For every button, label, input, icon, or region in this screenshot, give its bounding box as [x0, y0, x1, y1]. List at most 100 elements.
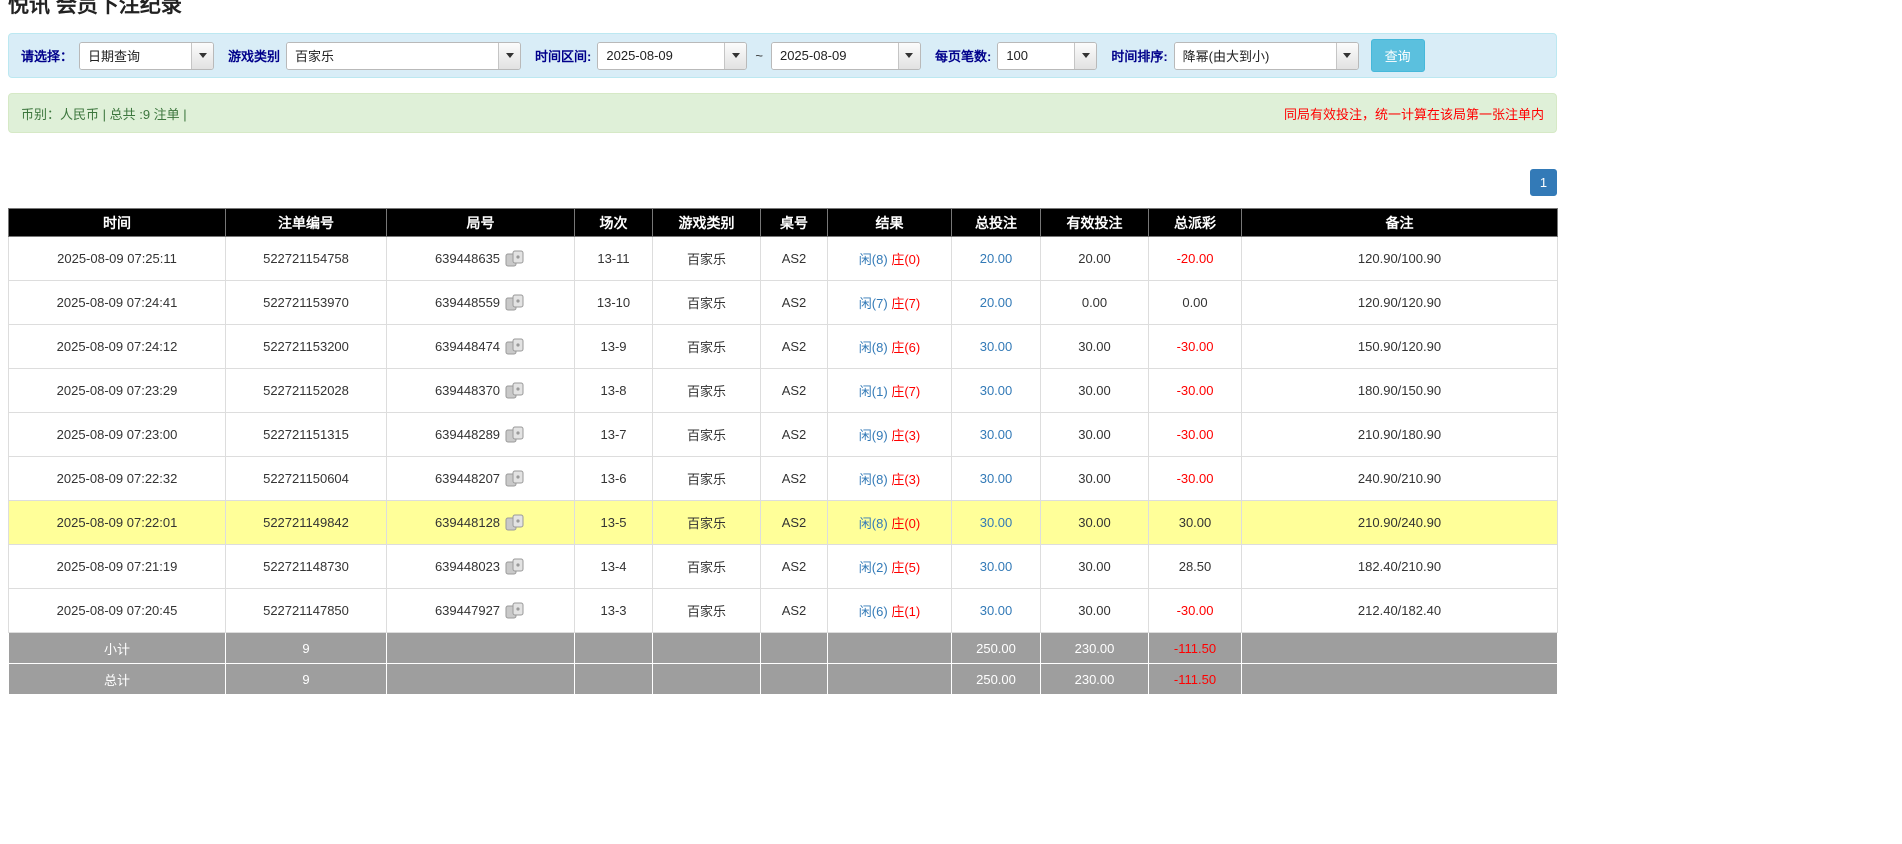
cell-round: 639448370	[387, 369, 575, 413]
table-row: 2025-08-09 07:22:32522721150604639448207…	[9, 457, 1558, 501]
search-button[interactable]: 查询	[1371, 39, 1425, 72]
cell-round: 639448474	[387, 325, 575, 369]
cell-time: 2025-08-09 07:24:41	[9, 281, 226, 325]
result-banker: 庄(5)	[891, 560, 920, 575]
cell-table-number: AS2	[761, 457, 828, 501]
time-sort-select[interactable]	[1174, 42, 1359, 70]
total-bet-link[interactable]: 20.00	[980, 251, 1013, 266]
page-size-input[interactable]	[998, 43, 1074, 69]
query-type-select[interactable]	[79, 42, 214, 70]
game-type-input[interactable]	[287, 43, 498, 69]
page-button-1[interactable]: 1	[1530, 169, 1557, 196]
date-from-select[interactable]	[597, 42, 747, 70]
cell-game-type: 百家乐	[653, 545, 761, 589]
round-id: 639448474	[435, 339, 500, 354]
cell-valid-bet: 30.00	[1041, 589, 1149, 633]
table-row: 2025-08-09 07:24:41522721153970639448559…	[9, 281, 1558, 325]
view-cards-icon[interactable]	[505, 294, 526, 311]
cell-valid-bet: 30.00	[1041, 413, 1149, 457]
cell-round: 639448023	[387, 545, 575, 589]
cell-game-type: 百家乐	[653, 501, 761, 545]
total-bet-link[interactable]: 30.00	[980, 603, 1013, 618]
result-banker: 庄(0)	[891, 252, 920, 267]
view-cards-icon[interactable]	[505, 470, 526, 487]
chevron-down-icon[interactable]	[724, 43, 746, 69]
game-type-select[interactable]	[286, 42, 521, 70]
view-cards-icon[interactable]	[505, 558, 526, 575]
cell-note: 240.90/210.90	[1242, 457, 1558, 501]
view-cards-icon[interactable]	[505, 250, 526, 267]
cell-session: 13-11	[575, 237, 653, 281]
time-sort-input[interactable]	[1175, 43, 1336, 69]
total-bet-link[interactable]: 30.00	[980, 515, 1013, 530]
view-cards-icon[interactable]	[505, 602, 526, 619]
round-id: 639448370	[435, 383, 500, 398]
result-banker: 庄(7)	[891, 296, 920, 311]
cell-note: 210.90/180.90	[1242, 413, 1558, 457]
round-id: 639448023	[435, 559, 500, 574]
cell-bet-id: 522721153200	[226, 325, 387, 369]
cell-table-number: AS2	[761, 237, 828, 281]
result-player: 闲(8)	[859, 340, 888, 355]
total-bet-link[interactable]: 20.00	[980, 295, 1013, 310]
view-cards-icon[interactable]	[505, 382, 526, 399]
table-body: 2025-08-09 07:25:11522721154758639448635…	[9, 237, 1558, 633]
round-id: 639447927	[435, 603, 500, 618]
view-cards-icon[interactable]	[505, 338, 526, 355]
table-head: 时间注单编号局号场次游戏类别桌号结果总投注有效投注总派彩备注	[9, 209, 1558, 237]
cell-time: 2025-08-09 07:23:00	[9, 413, 226, 457]
table-row: 2025-08-09 07:23:29522721152028639448370…	[9, 369, 1558, 413]
total-bet-link[interactable]: 30.00	[980, 383, 1013, 398]
cell-game-type: 百家乐	[653, 369, 761, 413]
cell-note: 212.40/182.40	[1242, 589, 1558, 633]
summary-empty-cell	[761, 664, 828, 695]
game-type-label: 游戏类别	[228, 46, 280, 65]
summary-total-bet: 250.00	[952, 664, 1041, 695]
summary-valid-bet: 230.00	[1041, 633, 1149, 664]
cell-bet-id: 522721153970	[226, 281, 387, 325]
round-id: 639448207	[435, 471, 500, 486]
result-banker: 庄(1)	[891, 604, 920, 619]
cell-session: 13-9	[575, 325, 653, 369]
column-header: 游戏类别	[653, 209, 761, 237]
summary-empty-cell	[575, 633, 653, 664]
cell-table-number: AS2	[761, 413, 828, 457]
cell-table-number: AS2	[761, 545, 828, 589]
date-from-input[interactable]	[598, 43, 724, 69]
cell-bet-id: 522721148730	[226, 545, 387, 589]
result-banker: 庄(3)	[891, 428, 920, 443]
total-bet-link[interactable]: 30.00	[980, 559, 1013, 574]
pagination: 1	[8, 169, 1557, 196]
date-to-input[interactable]	[772, 43, 898, 69]
date-range-separator: ~	[753, 48, 765, 63]
table-row: 2025-08-09 07:21:19522721148730639448023…	[9, 545, 1558, 589]
cell-result: 闲(6) 庄(1)	[828, 589, 952, 633]
chevron-down-icon[interactable]	[191, 43, 213, 69]
view-cards-icon[interactable]	[505, 514, 526, 531]
cell-table-number: AS2	[761, 501, 828, 545]
table-header-row: 时间注单编号局号场次游戏类别桌号结果总投注有效投注总派彩备注	[9, 209, 1558, 237]
total-bet-link[interactable]: 30.00	[980, 427, 1013, 442]
query-type-input[interactable]	[80, 43, 191, 69]
summary-row: 小计9250.00230.00-111.50	[9, 633, 1558, 664]
view-cards-icon[interactable]	[505, 426, 526, 443]
cell-total-bet: 30.00	[952, 369, 1041, 413]
page-size-select[interactable]	[997, 42, 1097, 70]
summary-empty-cell	[387, 664, 575, 695]
cell-round: 639448289	[387, 413, 575, 457]
summary-empty-cell	[1242, 664, 1558, 695]
cell-note: 182.40/210.90	[1242, 545, 1558, 589]
cell-payout: 30.00	[1149, 501, 1242, 545]
total-bet-link[interactable]: 30.00	[980, 339, 1013, 354]
chevron-down-icon[interactable]	[498, 43, 520, 69]
summary-bar: 币别：人民币 | 总共 :9 注单 | 同局有效投注，统一计算在该局第一张注单内	[8, 93, 1557, 133]
total-bet-link[interactable]: 30.00	[980, 471, 1013, 486]
cell-note: 120.90/120.90	[1242, 281, 1558, 325]
date-to-select[interactable]	[771, 42, 921, 70]
chevron-down-icon[interactable]	[898, 43, 920, 69]
chevron-down-icon[interactable]	[1336, 43, 1358, 69]
cell-payout: 0.00	[1149, 281, 1242, 325]
chevron-down-icon[interactable]	[1074, 43, 1096, 69]
cell-total-bet: 30.00	[952, 413, 1041, 457]
result-banker: 庄(0)	[891, 516, 920, 531]
